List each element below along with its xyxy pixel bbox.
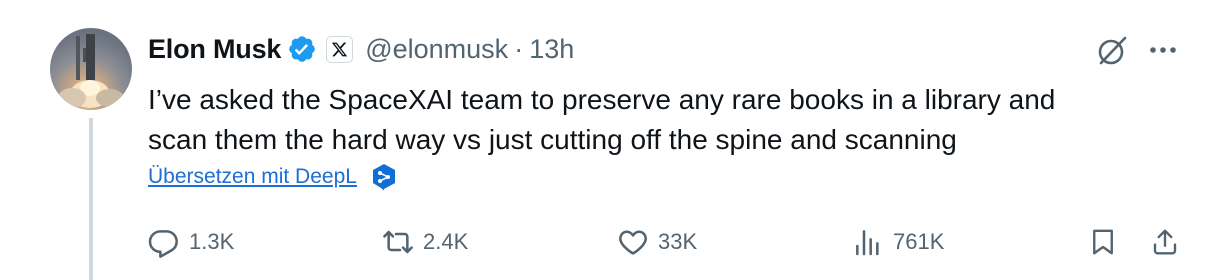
more-icon[interactable] [1148, 38, 1178, 62]
grok-icon[interactable] [1094, 33, 1130, 69]
action-bar: 1.3K 2.4K 33K 761K [0, 222, 1222, 262]
like-button[interactable]: 33K [616, 222, 697, 262]
reply-count: 1.3K [189, 229, 235, 254]
tweet-header: Elon Musk @elonmusk · 13h [148, 29, 574, 69]
bookmark-button[interactable] [1086, 222, 1120, 262]
avatar[interactable] [50, 28, 132, 110]
deepl-icon[interactable] [371, 163, 397, 191]
x-logo-icon [326, 35, 354, 63]
reply-button[interactable]: 1.3K [147, 222, 234, 262]
like-icon [616, 225, 650, 259]
tweet-text-line: scan them the hard way vs just cutting o… [148, 124, 957, 155]
reply-icon [147, 225, 181, 259]
share-icon [1148, 225, 1182, 259]
bookmark-icon [1086, 225, 1120, 259]
like-count: 33K [658, 229, 698, 254]
verified-badge-icon[interactable] [287, 34, 317, 64]
translate-row: Übersetzen mit DeepL [148, 163, 397, 191]
rocket-launch-image [58, 34, 124, 108]
share-button[interactable] [1148, 222, 1182, 262]
view-count: 761K [893, 229, 945, 254]
repost-count: 2.4K [423, 229, 469, 254]
repost-icon [381, 225, 415, 259]
author-handle[interactable]: @elonmusk [365, 34, 508, 65]
tweet-text: I’ve asked the SpaceXAI team to preserve… [148, 80, 1188, 160]
author-name[interactable]: Elon Musk [148, 34, 281, 65]
separator-dot: · [514, 33, 524, 64]
views-icon [851, 225, 885, 259]
tweet-timestamp[interactable]: 13h [529, 34, 574, 65]
tweet-text-line: I’ve asked the SpaceXAI team to preserve… [148, 84, 1056, 115]
repost-button[interactable]: 2.4K [381, 222, 468, 262]
translate-link[interactable]: Übersetzen mit DeepL [148, 165, 357, 189]
views-button[interactable]: 761K [851, 222, 944, 262]
